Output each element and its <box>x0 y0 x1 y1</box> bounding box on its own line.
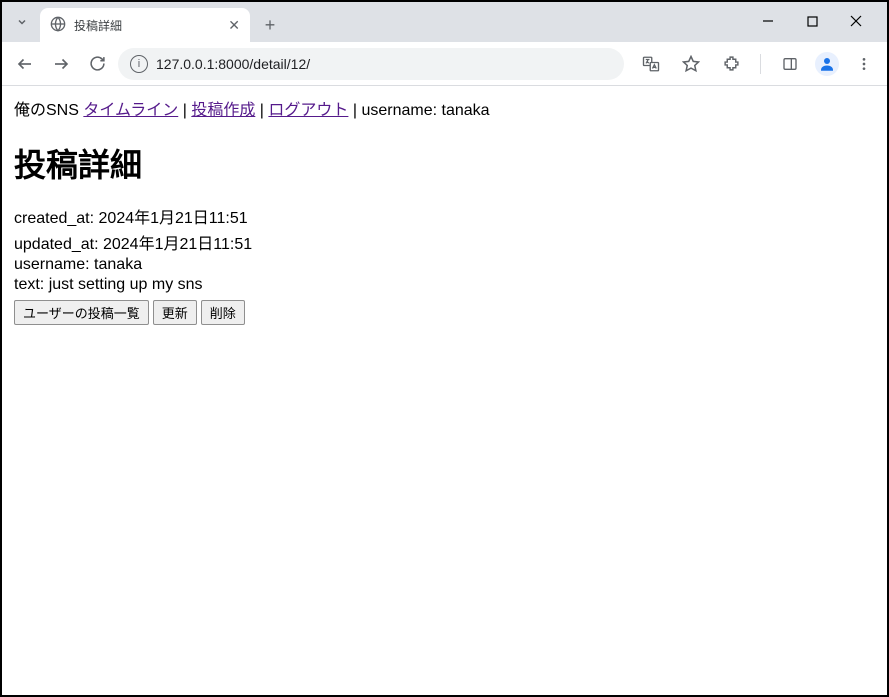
close-window-button[interactable] <box>843 14 869 30</box>
translate-icon[interactable] <box>636 49 666 79</box>
brand-text: 俺のSNS <box>14 102 79 119</box>
browser-toolbar: i 127.0.0.1:8000/detail/12/ <box>2 42 887 86</box>
menu-dots-icon[interactable] <box>849 49 879 79</box>
delete-button[interactable]: 削除 <box>201 300 245 325</box>
post-detail: created_at: 2024年1月21日11:51 updated_at: … <box>14 204 875 294</box>
address-bar[interactable]: i 127.0.0.1:8000/detail/12/ <box>118 48 624 80</box>
user-posts-button[interactable]: ユーザーの投稿一覧 <box>14 300 149 325</box>
reload-button[interactable] <box>82 49 112 79</box>
text-label: text: <box>14 276 44 293</box>
tab-title: 投稿詳細 <box>74 17 122 34</box>
browser-titlebar: 投稿詳細 ✕ + <box>2 2 887 42</box>
created-at-label: created_at: <box>14 210 94 227</box>
nav-username: tanaka <box>442 102 490 119</box>
nav-username-label: username: <box>361 102 437 119</box>
minimize-button[interactable] <box>755 14 781 30</box>
nav-link-logout[interactable]: ログアウト <box>268 102 348 119</box>
extensions-icon[interactable] <box>716 49 746 79</box>
browser-tab[interactable]: 投稿詳細 ✕ <box>40 8 250 42</box>
sidepanel-icon[interactable] <box>775 49 805 79</box>
site-nav: 俺のSNS タイムライン | 投稿作成 | ログアウト | username: … <box>14 96 875 120</box>
nav-link-timeline[interactable]: タイムライン <box>83 102 178 119</box>
back-button[interactable] <box>10 49 40 79</box>
username-value: tanaka <box>94 256 142 273</box>
globe-icon <box>50 16 66 35</box>
tab-search-dropdown[interactable] <box>10 10 34 34</box>
nav-link-new-post[interactable]: 投稿作成 <box>191 102 255 119</box>
maximize-button[interactable] <box>799 14 825 30</box>
updated-at-label: updated_at: <box>14 236 99 253</box>
site-info-icon[interactable]: i <box>130 55 148 73</box>
updated-at-value: 2024年1月21日11:51 <box>103 236 252 253</box>
close-tab-icon[interactable]: ✕ <box>228 17 240 34</box>
action-buttons: ユーザーの投稿一覧 更新 削除 <box>14 300 875 325</box>
created-at-value: 2024年1月21日11:51 <box>99 210 248 227</box>
text-value: just setting up my sns <box>49 276 203 293</box>
page-heading: 投稿詳細 <box>14 140 875 186</box>
url-text: 127.0.0.1:8000/detail/12/ <box>156 56 310 72</box>
update-button[interactable]: 更新 <box>153 300 197 325</box>
forward-button[interactable] <box>46 49 76 79</box>
page-content: 俺のSNS タイムライン | 投稿作成 | ログアウト | username: … <box>2 86 887 335</box>
bookmark-star-icon[interactable] <box>676 49 706 79</box>
window-controls <box>755 2 881 42</box>
username-label: username: <box>14 256 90 273</box>
profile-avatar[interactable] <box>815 52 839 76</box>
toolbar-divider <box>760 54 761 74</box>
new-tab-button[interactable]: + <box>256 11 284 39</box>
